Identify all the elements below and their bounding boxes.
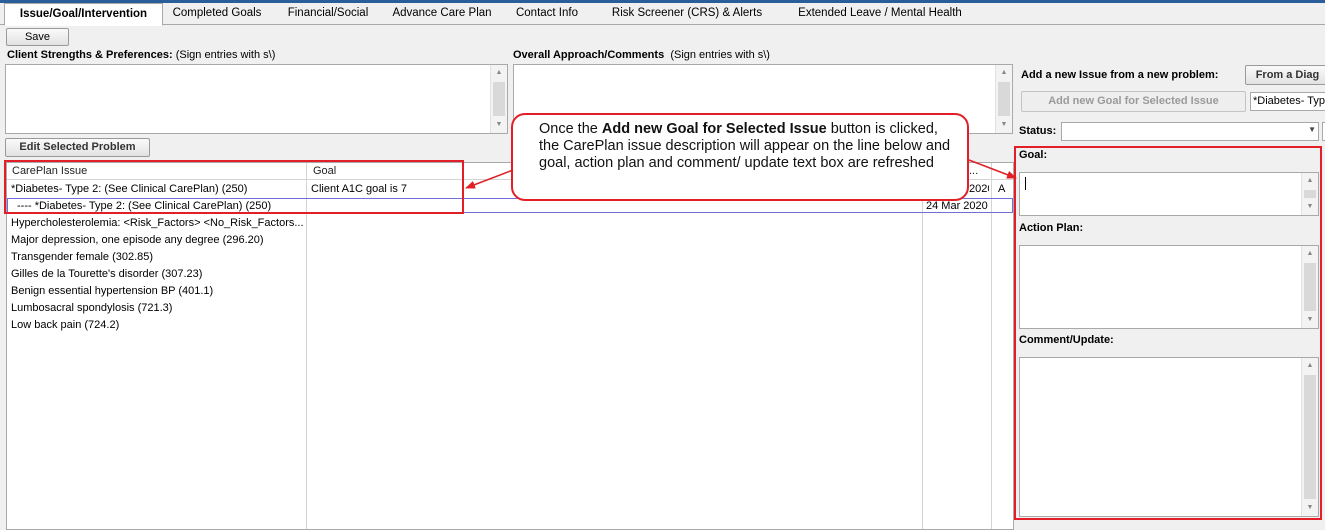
scroll-up-icon[interactable]: ▲ — [1302, 173, 1318, 189]
goal-label: Goal: — [1019, 149, 1048, 161]
scroll-down-icon[interactable]: ▼ — [1302, 500, 1318, 516]
arrow-to-panel — [968, 159, 1017, 179]
from-diagnosis-button[interactable]: From a Diag — [1245, 65, 1325, 85]
scroll-down-icon[interactable]: ▼ — [1302, 312, 1318, 328]
issue-select[interactable]: *Diabetes- Typ — [1250, 92, 1325, 111]
scroll-down-icon[interactable]: ▼ — [1302, 199, 1318, 215]
arrow-to-grid — [465, 169, 514, 189]
comment-update-label: Comment/Update: — [1019, 334, 1114, 346]
scroll-up-icon[interactable]: ▲ — [1302, 246, 1318, 262]
status-label: Status: — [1019, 125, 1057, 137]
action-plan-label: Action Plan: — [1019, 222, 1084, 234]
scroll-up-icon[interactable]: ▲ — [1302, 358, 1318, 374]
add-issue-label: Add a new Issue from a new problem: — [1021, 69, 1219, 81]
action-plan-textarea[interactable]: ▲ ▼ — [1019, 245, 1319, 329]
chevron-down-icon[interactable]: ▼ — [1308, 125, 1316, 134]
comment-scrollbar[interactable]: ▲ ▼ — [1301, 358, 1318, 516]
text-cursor — [1025, 177, 1026, 190]
goal-scrollbar[interactable]: ▲ ▼ — [1301, 173, 1318, 215]
add-goal-selected-issue-button[interactable]: Add new Goal for Selected Issue — [1021, 91, 1246, 112]
comment-update-textarea[interactable]: ▲ ▼ — [1019, 357, 1319, 517]
goal-textarea[interactable]: ▲ ▼ — [1019, 172, 1319, 216]
action-plan-scrollbar[interactable]: ▲ ▼ — [1301, 246, 1318, 328]
status-select[interactable]: ▼ — [1061, 122, 1319, 141]
